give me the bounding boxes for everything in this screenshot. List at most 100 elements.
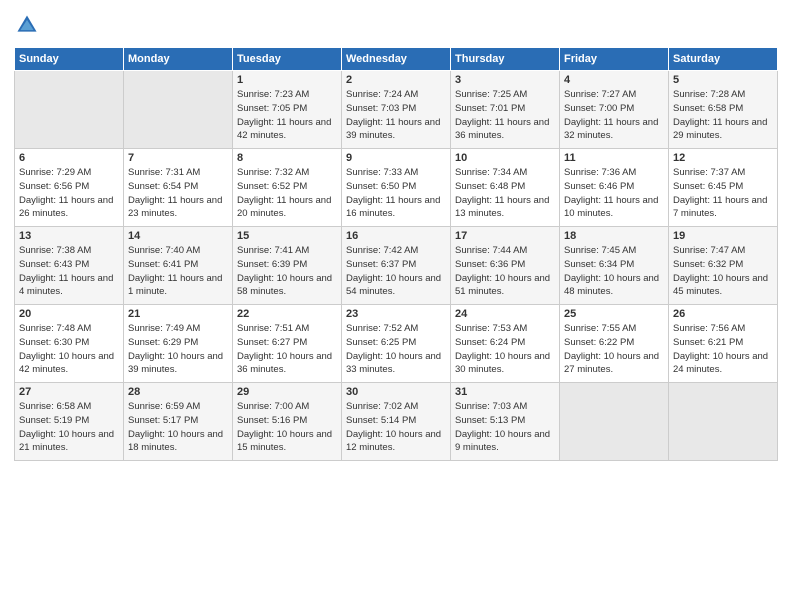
day-number: 26 bbox=[673, 308, 773, 320]
calendar-cell: 17 Sunrise: 7:44 AM Sunset: 6:36 PM Dayli… bbox=[451, 227, 560, 305]
calendar-cell: 8 Sunrise: 7:32 AM Sunset: 6:52 PM Daylig… bbox=[233, 149, 342, 227]
calendar-cell: 4 Sunrise: 7:27 AM Sunset: 7:00 PM Daylig… bbox=[560, 71, 669, 149]
calendar-cell: 15 Sunrise: 7:41 AM Sunset: 6:39 PM Dayli… bbox=[233, 227, 342, 305]
calendar-cell: 10Sunrise: 7:34 AM Sunset: 6:48 PM Dayli… bbox=[451, 149, 560, 227]
calendar-cell: 27 Sunrise: 6:58 AM Sunset: 5:19 PM Dayli… bbox=[15, 383, 124, 461]
calendar-cell: 20 Sunrise: 7:48 AM Sunset: 6:30 PM Dayli… bbox=[15, 305, 124, 383]
cell-info: Sunrise: 6:58 AM Sunset: 5:19 PM Dayligh… bbox=[19, 400, 119, 455]
calendar-cell bbox=[15, 71, 124, 149]
calendar-cell: 23 Sunrise: 7:52 AM Sunset: 6:25 PM Dayli… bbox=[342, 305, 451, 383]
day-number: 28 bbox=[128, 386, 228, 398]
cell-info: Sunrise: 7:53 AM Sunset: 6:24 PM Dayligh… bbox=[455, 322, 555, 377]
day-number: 29 bbox=[237, 386, 337, 398]
header-row: SundayMondayTuesdayWednesdayThursdayFrid… bbox=[15, 48, 778, 71]
day-header-wednesday: Wednesday bbox=[342, 48, 451, 71]
calendar-table: SundayMondayTuesdayWednesdayThursdayFrid… bbox=[14, 47, 778, 461]
cell-info: Sunrise: 7:24 AM Sunset: 7:03 PM Dayligh… bbox=[346, 88, 446, 143]
cell-info: Sunrise: 7:29 AM Sunset: 6:56 PM Dayligh… bbox=[19, 166, 119, 221]
cell-info: Sunrise: 7:36 AM Sunset: 6:46 PM Dayligh… bbox=[564, 166, 664, 221]
calendar-cell: 14 Sunrise: 7:40 AM Sunset: 6:41 PM Dayli… bbox=[124, 227, 233, 305]
calendar-cell bbox=[124, 71, 233, 149]
calendar-cell: 2 Sunrise: 7:24 AM Sunset: 7:03 PM Daylig… bbox=[342, 71, 451, 149]
calendar-cell: 1 Sunrise: 7:23 AM Sunset: 7:05 PM Daylig… bbox=[233, 71, 342, 149]
day-number: 20 bbox=[19, 308, 119, 320]
cell-info: Sunrise: 7:40 AM Sunset: 6:41 PM Dayligh… bbox=[128, 244, 228, 299]
calendar-cell: 9 Sunrise: 7:33 AM Sunset: 6:50 PM Daylig… bbox=[342, 149, 451, 227]
cell-info: Sunrise: 7:45 AM Sunset: 6:34 PM Dayligh… bbox=[564, 244, 664, 299]
calendar-week-4: 20 Sunrise: 7:48 AM Sunset: 6:30 PM Dayli… bbox=[15, 305, 778, 383]
calendar-cell: 13Sunrise: 7:38 AM Sunset: 6:43 PM Dayli… bbox=[15, 227, 124, 305]
day-header-sunday: Sunday bbox=[15, 48, 124, 71]
day-number: 16 bbox=[346, 230, 446, 242]
calendar-cell: 12 Sunrise: 7:37 AM Sunset: 6:45 PM Dayli… bbox=[669, 149, 778, 227]
day-number: 31 bbox=[455, 386, 555, 398]
cell-info: Sunrise: 7:55 AM Sunset: 6:22 PM Dayligh… bbox=[564, 322, 664, 377]
day-number: 2 bbox=[346, 74, 446, 86]
cell-info: Sunrise: 7:02 AM Sunset: 5:14 PM Dayligh… bbox=[346, 400, 446, 455]
day-number: 25 bbox=[564, 308, 664, 320]
day-number: 14 bbox=[128, 230, 228, 242]
cell-info: Sunrise: 7:27 AM Sunset: 7:00 PM Dayligh… bbox=[564, 88, 664, 143]
header bbox=[14, 10, 778, 41]
calendar-cell: 11 Sunrise: 7:36 AM Sunset: 6:46 PM Dayli… bbox=[560, 149, 669, 227]
day-number: 24 bbox=[455, 308, 555, 320]
cell-info: Sunrise: 7:42 AM Sunset: 6:37 PM Dayligh… bbox=[346, 244, 446, 299]
day-header-friday: Friday bbox=[560, 48, 669, 71]
calendar-cell: 31 Sunrise: 7:03 AM Sunset: 5:13 PM Dayli… bbox=[451, 383, 560, 461]
cell-info: Sunrise: 7:23 AM Sunset: 7:05 PM Dayligh… bbox=[237, 88, 337, 143]
calendar-cell: 3Sunrise: 7:25 AM Sunset: 7:01 PM Daylig… bbox=[451, 71, 560, 149]
day-number: 1 bbox=[237, 74, 337, 86]
day-header-thursday: Thursday bbox=[451, 48, 560, 71]
cell-info: Sunrise: 7:32 AM Sunset: 6:52 PM Dayligh… bbox=[237, 166, 337, 221]
day-number: 18 bbox=[564, 230, 664, 242]
calendar-cell: 24 Sunrise: 7:53 AM Sunset: 6:24 PM Dayli… bbox=[451, 305, 560, 383]
day-number: 23 bbox=[346, 308, 446, 320]
day-number: 5 bbox=[673, 74, 773, 86]
calendar-week-3: 13Sunrise: 7:38 AM Sunset: 6:43 PM Dayli… bbox=[15, 227, 778, 305]
day-number: 30 bbox=[346, 386, 446, 398]
cell-info: Sunrise: 7:49 AM Sunset: 6:29 PM Dayligh… bbox=[128, 322, 228, 377]
cell-info: Sunrise: 7:44 AM Sunset: 6:36 PM Dayligh… bbox=[455, 244, 555, 299]
cell-info: Sunrise: 7:25 AM Sunset: 7:01 PM Dayligh… bbox=[455, 88, 555, 143]
day-number: 6 bbox=[19, 152, 119, 164]
cell-info: Sunrise: 7:33 AM Sunset: 6:50 PM Dayligh… bbox=[346, 166, 446, 221]
calendar-cell: 5 Sunrise: 7:28 AM Sunset: 6:58 PM Daylig… bbox=[669, 71, 778, 149]
calendar-week-1: 1 Sunrise: 7:23 AM Sunset: 7:05 PM Daylig… bbox=[15, 71, 778, 149]
day-number: 12 bbox=[673, 152, 773, 164]
cell-info: Sunrise: 7:52 AM Sunset: 6:25 PM Dayligh… bbox=[346, 322, 446, 377]
day-number: 19 bbox=[673, 230, 773, 242]
calendar-cell: 19 Sunrise: 7:47 AM Sunset: 6:32 PM Dayli… bbox=[669, 227, 778, 305]
cell-info: Sunrise: 7:48 AM Sunset: 6:30 PM Dayligh… bbox=[19, 322, 119, 377]
day-header-tuesday: Tuesday bbox=[233, 48, 342, 71]
cell-info: Sunrise: 7:34 AM Sunset: 6:48 PM Dayligh… bbox=[455, 166, 555, 221]
day-number: 8 bbox=[237, 152, 337, 164]
calendar-cell: 28 Sunrise: 6:59 AM Sunset: 5:17 PM Dayli… bbox=[124, 383, 233, 461]
cell-info: Sunrise: 7:28 AM Sunset: 6:58 PM Dayligh… bbox=[673, 88, 773, 143]
day-number: 21 bbox=[128, 308, 228, 320]
day-number: 27 bbox=[19, 386, 119, 398]
cell-info: Sunrise: 7:03 AM Sunset: 5:13 PM Dayligh… bbox=[455, 400, 555, 455]
logo-icon bbox=[16, 14, 38, 36]
cell-info: Sunrise: 7:51 AM Sunset: 6:27 PM Dayligh… bbox=[237, 322, 337, 377]
cell-info: Sunrise: 7:31 AM Sunset: 6:54 PM Dayligh… bbox=[128, 166, 228, 221]
day-number: 22 bbox=[237, 308, 337, 320]
day-number: 4 bbox=[564, 74, 664, 86]
cell-info: Sunrise: 6:59 AM Sunset: 5:17 PM Dayligh… bbox=[128, 400, 228, 455]
cell-info: Sunrise: 7:41 AM Sunset: 6:39 PM Dayligh… bbox=[237, 244, 337, 299]
day-number: 15 bbox=[237, 230, 337, 242]
calendar-week-2: 6 Sunrise: 7:29 AM Sunset: 6:56 PM Daylig… bbox=[15, 149, 778, 227]
cell-info: Sunrise: 7:00 AM Sunset: 5:16 PM Dayligh… bbox=[237, 400, 337, 455]
day-number: 17 bbox=[455, 230, 555, 242]
calendar-cell: 21 Sunrise: 7:49 AM Sunset: 6:29 PM Dayli… bbox=[124, 305, 233, 383]
logo bbox=[14, 14, 38, 41]
day-number: 11 bbox=[564, 152, 664, 164]
cell-info: Sunrise: 7:37 AM Sunset: 6:45 PM Dayligh… bbox=[673, 166, 773, 221]
calendar-cell: 18 Sunrise: 7:45 AM Sunset: 6:34 PM Dayli… bbox=[560, 227, 669, 305]
day-number: 9 bbox=[346, 152, 446, 164]
day-number: 7 bbox=[128, 152, 228, 164]
cell-info: Sunrise: 7:47 AM Sunset: 6:32 PM Dayligh… bbox=[673, 244, 773, 299]
calendar-cell: 7 Sunrise: 7:31 AM Sunset: 6:54 PM Daylig… bbox=[124, 149, 233, 227]
calendar-cell: 25 Sunrise: 7:55 AM Sunset: 6:22 PM Dayli… bbox=[560, 305, 669, 383]
calendar-cell: 22 Sunrise: 7:51 AM Sunset: 6:27 PM Dayli… bbox=[233, 305, 342, 383]
calendar-cell bbox=[560, 383, 669, 461]
